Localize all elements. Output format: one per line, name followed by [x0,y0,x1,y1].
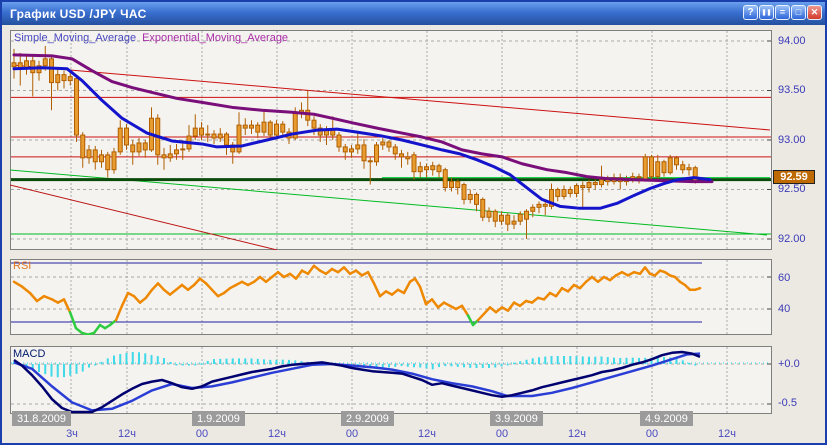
rsi-pane[interactable] [10,259,772,335]
time-label-8: 00 [645,428,659,440]
minimize-button[interactable]: = [775,5,790,20]
date-badge-3-9: 3.9.2009 [490,411,543,426]
macd-label: MACD [13,348,46,360]
current-price-badge: 92.59 [773,170,815,184]
sma-legend-label: Simple_Moving_Average [14,32,137,44]
date-badge-4-9: 4.9.2009 [640,411,693,426]
window-buttons: ? ❚❚ = □ ✕ [743,5,822,20]
pause-button[interactable]: ❚❚ [759,5,774,20]
price-label-92-50: 92.50 [778,183,806,195]
time-label-1: 12ч [118,428,136,440]
rsi-tick-40: 40 [778,303,791,315]
time-label-4: 00 [345,428,359,440]
price-chart-pane[interactable] [10,30,772,250]
help-button[interactable]: ? [743,5,758,20]
price-label-92: 92.00 [778,233,806,245]
time-label-5: 12ч [418,428,436,440]
macd-tick-zero: +0.0 [778,358,800,370]
window-title: График USD /JPY ЧАС [10,6,147,21]
pause-icon: ❚❚ [761,9,772,16]
minimize-icon: = [779,7,786,17]
price-label-93-50: 93.50 [778,84,806,96]
price-label-93: 93.00 [778,134,806,146]
date-badge-2-9: 2.9.2009 [341,411,394,426]
time-label-0: 3ч [66,428,78,440]
chart-window: График USD /JPY ЧАС ? ❚❚ = □ ✕ Simple_Mo… [0,0,827,445]
maximize-button[interactable]: □ [791,5,806,20]
help-icon: ? [747,6,754,18]
time-label-3: 12ч [268,428,286,440]
time-label-7: 12ч [568,428,586,440]
time-label-6: 00 [495,428,509,440]
rsi-tick-60: 60 [778,272,791,284]
close-icon: ✕ [810,7,819,17]
time-label-2: 00 [195,428,209,440]
ema-legend-label: Exponential_Moving_Average [142,32,289,44]
price-label-94: 94.00 [778,35,806,47]
time-label-9: 12ч [718,428,736,440]
date-badge-1-9: 1.9.2009 [192,411,245,426]
rsi-label: RSI [13,260,32,272]
indicator-legend: Simple_Moving_Average Exponential_Moving_… [14,32,288,44]
title-bar[interactable]: График USD /JPY ЧАС ? ❚❚ = □ ✕ [2,2,825,25]
close-button[interactable]: ✕ [807,5,822,20]
maximize-icon: □ [795,7,802,17]
date-badge-31-8: 31.8.2009 [12,411,71,426]
macd-pane[interactable] [10,346,772,414]
macd-tick-minus05: -0.5 [778,397,797,409]
